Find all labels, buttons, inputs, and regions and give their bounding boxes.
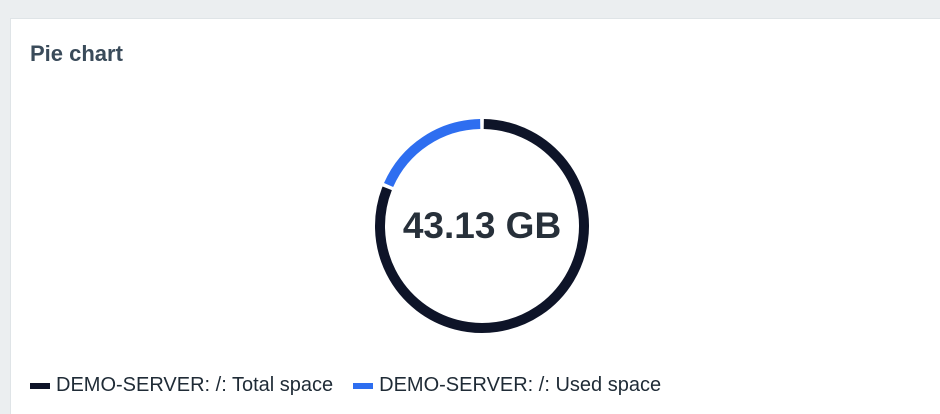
center-value: 43.13 GB xyxy=(402,205,562,246)
legend-item-used-space: DEMO-SERVER: /: Used space xyxy=(353,374,661,397)
legend-swatch-used-space xyxy=(353,382,374,389)
donut-chart: 43.13 GB xyxy=(372,116,592,336)
pie-chart-widget: Pie chart 43.13 GB DEMO-SERVER: /: Total… xyxy=(10,18,940,414)
legend-label-total-space: DEMO-SERVER: /: Total space xyxy=(56,374,334,396)
legend-swatch-total-space xyxy=(30,382,50,389)
legend-item-total-space: DEMO-SERVER: /: Total space xyxy=(30,374,333,397)
widget-title: Pie chart xyxy=(30,41,123,66)
legend: DEMO-SERVER: /: Total space DEMO-SERVER:… xyxy=(30,374,681,397)
legend-label-used-space: DEMO-SERVER: /: Used space xyxy=(379,374,662,396)
